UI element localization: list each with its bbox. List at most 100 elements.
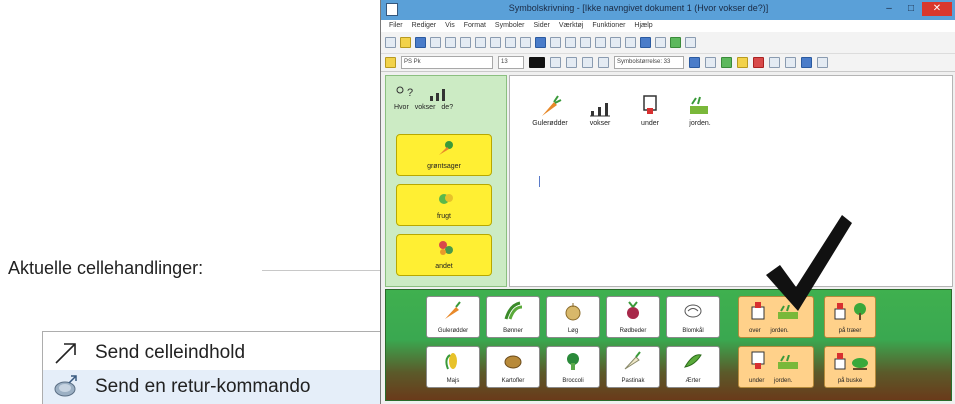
document-word: under [630,94,670,127]
format-toolbar: PS Pk 13 Symbolstørrelse: 33 [381,54,955,72]
grid-cell[interactable]: Kartofler [486,346,540,388]
new-document-icon[interactable] [385,37,396,48]
menu-tools[interactable]: Værktøj [559,20,584,32]
document-word: Gulerødder [530,94,570,127]
under-icon [643,95,657,114]
cut-icon[interactable] [445,37,456,48]
text-cursor [539,176,540,187]
justify-icon[interactable] [580,37,591,48]
forward-icon[interactable] [785,57,796,68]
grid-cell[interactable]: Rødbeder [606,296,660,338]
parsnip-icon [624,351,641,370]
menu-bar: Filer Rediger Vis Format Symboler Sider … [381,20,955,32]
menu-format[interactable]: Format [464,20,486,32]
grid-icon[interactable] [721,57,732,68]
highlight-icon[interactable] [737,57,748,68]
menu-help[interactable]: Hjælp [634,20,652,32]
align-center-icon[interactable] [550,37,561,48]
outdent-icon[interactable] [625,37,636,48]
font-size-select[interactable]: 13 [498,56,524,69]
close-button[interactable]: ✕ [922,2,952,16]
settings-icon[interactable] [685,37,696,48]
topic-button-vegetables[interactable]: grøntsager [396,134,492,176]
arrow-right-icon[interactable] [817,57,828,68]
back-icon[interactable] [769,57,780,68]
font-name-select[interactable]: PS Pk [401,56,493,69]
underline-icon[interactable] [582,57,593,68]
grid-cell[interactable]: Gulerødder [426,296,480,338]
cell-label: Løg [567,328,579,334]
symbol-icon[interactable] [670,37,681,48]
menu-symbols[interactable]: Symboler [495,20,525,32]
picture-icon[interactable] [705,57,716,68]
cell-label: under jorden. [749,378,793,384]
cell-label: Ærter [685,378,701,384]
speak-icon[interactable] [801,57,812,68]
undo-icon[interactable] [490,37,501,48]
grid-cell[interactable]: Broccoli [546,346,600,388]
potato-icon [504,355,522,369]
symbol-grid: Gulerødder Bønner Løg Rødbeder Blomkål o… [385,289,952,401]
grid-cell[interactable]: Bønner [486,296,540,338]
grid-cell-under-ground[interactable]: under jorden. [738,346,814,388]
vegetables-icon [439,141,453,155]
arrow-up-right-icon [51,338,81,368]
grid-view-icon[interactable] [640,37,651,48]
topic-header: ? Hvor vokser de? [394,84,502,126]
topic-button-other[interactable]: andet [396,234,492,276]
redo-icon[interactable] [505,37,516,48]
minimize-button[interactable]: – [880,2,898,16]
speech-icon[interactable] [655,37,666,48]
list-icon[interactable] [595,37,606,48]
open-folder-icon[interactable] [400,37,411,48]
cell-actions-dialog: Aktuelle cellehandlinger: Send celleindh… [0,0,383,404]
save-icon[interactable] [415,37,426,48]
fruit-icon [439,194,453,204]
action-send-return-command[interactable]: Send en retur-kommando [43,370,383,404]
menu-file[interactable]: Filer [389,20,403,32]
stop-icon[interactable] [753,57,764,68]
corn-icon [445,353,457,370]
carrot-icon [445,301,461,319]
italic-icon[interactable] [566,57,577,68]
menu-pages[interactable]: Sider [534,20,550,32]
symbol-toggle-icon[interactable] [689,57,700,68]
pencil-icon[interactable] [385,57,396,68]
grid-cell[interactable]: Pastinak [606,346,660,388]
grid-cell[interactable]: Majs [426,346,480,388]
grid-cell[interactable]: Blomkål [666,296,720,338]
symbol-size-icon[interactable] [598,57,609,68]
maximize-button[interactable]: □ [902,2,920,16]
cell-label: Majs [446,378,460,384]
cell-actions-list: Send celleindhold Send en retur-kommando [42,331,383,404]
align-left-icon[interactable] [535,37,546,48]
paste-icon[interactable] [475,37,486,48]
align-right-icon[interactable] [565,37,576,48]
document-area[interactable]: Gulerødder vokser under jorden. [509,75,953,287]
grid-cell-on-bushes[interactable]: på buske [824,346,876,388]
growing-icon [590,103,610,117]
cell-label: Gulerødder [437,328,469,334]
menu-edit[interactable]: Rediger [412,20,437,32]
action-send-cell-content[interactable]: Send celleindhold [43,336,383,370]
cell-label: Broccoli [562,378,584,384]
copy-icon[interactable] [460,37,471,48]
zoom-icon[interactable] [520,37,531,48]
indent-icon[interactable] [610,37,621,48]
topic-button-fruit[interactable]: frugt [396,184,492,226]
beans-icon [504,301,523,320]
carrot-icon [542,95,562,116]
ground-icon [690,96,708,114]
bold-icon[interactable] [550,57,561,68]
grid-cell[interactable]: Ærter [666,346,720,388]
document-word: vokser [580,94,620,127]
symbol-size-select[interactable]: Symbolstørrelse: 33 [614,56,684,69]
cell-label: på træer [838,328,862,334]
text-color-icon[interactable] [529,57,545,68]
print-icon[interactable] [430,37,441,48]
menu-view[interactable]: Vis [445,20,455,32]
on-icon [834,353,846,370]
menu-functions[interactable]: Funktioner [592,20,625,32]
section-divider [262,270,380,271]
grid-cell[interactable]: Løg [546,296,600,338]
